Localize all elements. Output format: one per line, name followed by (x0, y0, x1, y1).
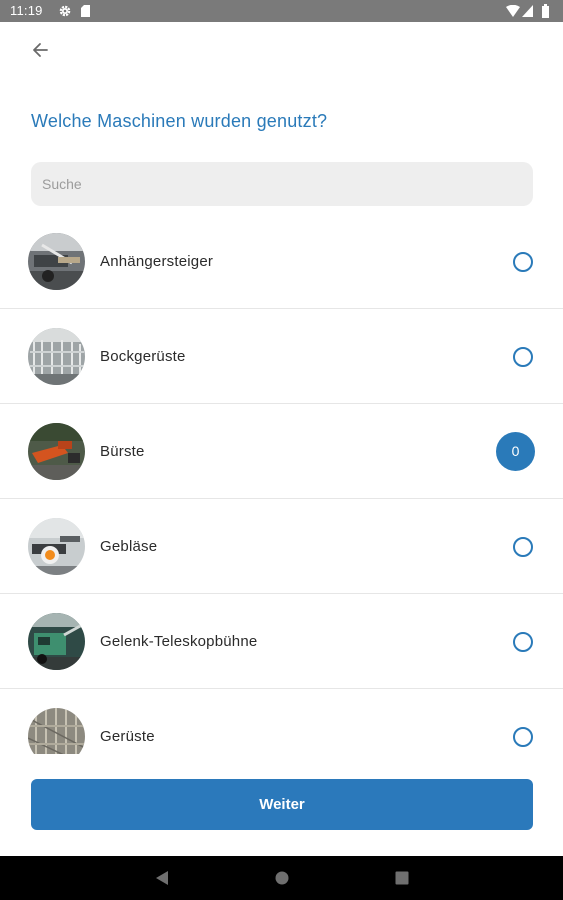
nav-home-icon[interactable] (275, 871, 289, 885)
list-item-label: Gerüste (100, 728, 155, 745)
back-button[interactable] (26, 36, 54, 64)
settings-gear-icon (59, 5, 71, 17)
select-radio[interactable] (513, 347, 533, 367)
continue-button[interactable]: Weiter (31, 779, 533, 830)
list-item-label: Bürste (100, 443, 145, 460)
system-navigation-bar (0, 856, 563, 900)
select-radio[interactable] (513, 537, 533, 557)
list-item-label: Bockgerüste (100, 348, 186, 365)
wifi-icon (506, 5, 520, 17)
machine-list: Anhängersteiger Bockgerüste Bürste 0 Geb… (0, 214, 563, 754)
nav-back-icon[interactable] (155, 870, 169, 886)
machine-thumbnail (28, 328, 85, 385)
list-item-geblaese[interactable]: Gebläse (0, 499, 563, 594)
page-title: Welche Maschinen wurden genutzt? (31, 111, 328, 131)
select-radio[interactable] (513, 632, 533, 652)
list-item-anhaengersteiger[interactable]: Anhängersteiger (0, 214, 563, 309)
list-item-label: Gelenk-Teleskopbühne (100, 633, 258, 650)
machine-thumbnail (28, 518, 85, 575)
signal-icon (522, 5, 533, 17)
list-item-gelenk-teleskopbuehne[interactable]: Gelenk-Teleskopbühne (0, 594, 563, 689)
sd-card-icon (81, 5, 90, 17)
machine-thumbnail (28, 423, 85, 480)
search-box (31, 162, 533, 206)
list-item-bockgerueste[interactable]: Bockgerüste (0, 309, 563, 404)
quantity-badge[interactable]: 0 (496, 432, 535, 471)
search-input[interactable] (31, 162, 533, 206)
arrow-left-icon (33, 43, 48, 57)
list-item-label: Anhängersteiger (100, 253, 214, 270)
select-radio[interactable] (513, 727, 533, 747)
status-bar: 11:19 (0, 0, 563, 22)
machine-thumbnail (28, 613, 85, 670)
select-radio[interactable] (513, 252, 533, 272)
list-item-buerste[interactable]: Bürste 0 (0, 404, 563, 499)
machine-thumbnail (28, 708, 85, 754)
list-item-gerueste[interactable]: Gerüste (0, 689, 563, 754)
battery-icon (542, 4, 549, 18)
status-time: 11:19 (10, 3, 43, 18)
machine-thumbnail (28, 233, 85, 290)
nav-recents-icon[interactable] (395, 871, 409, 885)
list-item-label: Gebläse (100, 538, 158, 555)
